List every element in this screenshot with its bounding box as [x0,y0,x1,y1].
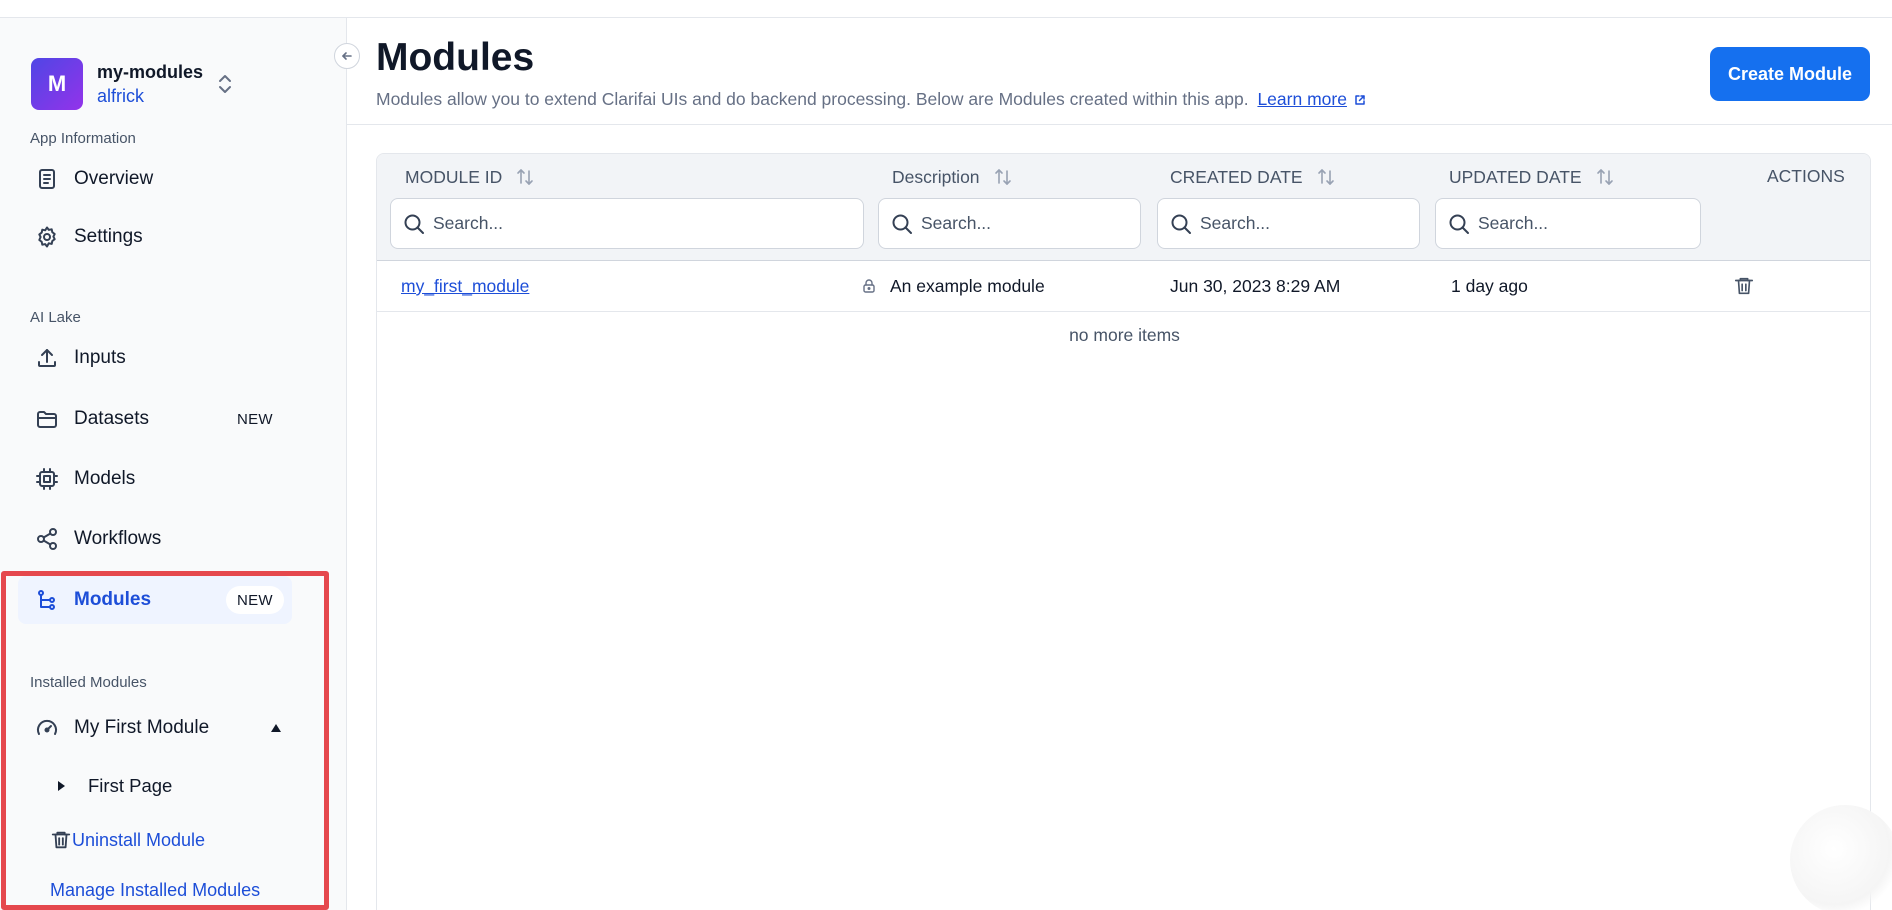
upload-icon [34,345,60,371]
search-input[interactable] [1200,213,1400,234]
sidebar-item-inputs[interactable]: Inputs [18,334,292,382]
module-id-link[interactable]: my_first_module [401,276,529,297]
sidebar-item-label: Modules [74,589,152,610]
search-input[interactable] [1478,213,1680,234]
page-title: Modules [376,36,535,79]
section-label-ai-lake: AI Lake [30,309,81,326]
search-input[interactable] [921,213,1121,234]
column-header-actions: ACTIONS [1767,166,1845,186]
no-more-items-text: no more items [1069,325,1180,345]
divider [347,124,1892,125]
section-label-installed-modules: Installed Modules [30,674,147,691]
search-icon [1449,214,1469,234]
document-icon [34,166,60,192]
sidebar-item-label: Overview [74,168,154,189]
search-icon [404,214,424,234]
trash-icon [51,831,71,849]
sort-icon[interactable] [1315,166,1337,188]
app-name: my-modules [97,62,204,82]
sidebar-item-overview[interactable]: Overview [18,155,292,203]
sidebar-item-settings[interactable]: Settings [18,213,292,261]
module-created-date: Jun 30, 2023 8:29 AM [1170,276,1341,296]
search-icon [1171,214,1191,234]
sidebar-item-label: Workflows [74,528,162,549]
column-header-created-date[interactable]: CREATED DATE [1170,166,1337,188]
app-user-link[interactable]: alfrick [97,84,203,108]
top-bar [0,0,1892,18]
search-icon [892,214,912,234]
caret-right-icon [58,781,65,791]
app-switcher[interactable]: M my-modules alfrick [31,58,311,110]
new-badge: NEW [237,410,273,428]
sidebar-item-label: Datasets [74,408,149,429]
gauge-icon [34,715,60,741]
installed-module-my-first-module[interactable]: My First Module [18,704,292,752]
search-input[interactable] [433,213,801,234]
arrow-left-icon [342,52,352,60]
installed-page-label: First Page [88,775,173,796]
search-updated-date[interactable] [1435,198,1701,249]
column-header-module-id[interactable]: MODULE ID [405,166,536,188]
table-row[interactable]: my_first_module An example module Jun 30… [377,262,1870,312]
delete-icon[interactable] [1733,275,1755,297]
chevron-up-down-icon[interactable] [213,70,237,98]
collapse-sidebar-button[interactable] [334,43,360,69]
page-description: Modules allow you to extend Clarifai UIs… [376,89,1366,110]
sidebar-item-models[interactable]: Models [18,455,292,503]
app-avatar: M [31,58,83,110]
create-module-button[interactable]: Create Module [1710,47,1870,101]
sidebar-item-workflows[interactable]: Workflows [18,515,292,563]
sidebar-item-modules[interactable]: Modules NEW [18,576,292,624]
sidebar-item-label: Settings [74,226,143,247]
column-header-updated-date[interactable]: UPDATED DATE [1449,166,1616,188]
table-header: MODULE ID Description CREATED DATE [377,154,1870,261]
module-description: An example module [890,276,1045,296]
modules-table: MODULE ID Description CREATED DATE [376,153,1871,910]
lock-icon [863,279,875,293]
search-created-date[interactable] [1157,198,1420,249]
folder-icon [34,406,60,432]
uninstall-module-button[interactable]: Uninstall Module [50,825,205,855]
sort-icon[interactable] [1594,166,1616,188]
sort-icon[interactable] [514,166,536,188]
sidebar: M my-modules alfrick App Information Ove… [0,18,347,910]
module-updated-date: 1 day ago [1451,276,1528,296]
module-tree-icon [34,587,60,613]
new-badge: NEW [226,586,284,614]
search-description[interactable] [878,198,1141,249]
installed-page-first-page[interactable]: First Page [56,771,172,801]
chat-widget-blob [1790,805,1892,910]
caret-up-icon[interactable] [270,723,282,733]
chip-icon [34,466,60,492]
column-header-description[interactable]: Description [892,166,1014,188]
learn-more-link[interactable]: Learn more [1257,89,1347,109]
sidebar-item-label: Models [74,468,136,489]
uninstall-module-label: Uninstall Module [72,829,206,850]
external-link-icon[interactable] [1354,94,1366,106]
sort-icon[interactable] [992,166,1014,188]
sidebar-item-label: Inputs [74,347,126,368]
installed-module-label: My First Module [74,717,210,738]
sidebar-item-datasets[interactable]: Datasets NEW [18,395,292,443]
share-icon [34,526,60,552]
manage-installed-modules-link[interactable]: Manage Installed Modules [50,876,260,904]
section-label-app-information: App Information [30,130,136,147]
search-module-id[interactable] [390,198,864,249]
main-content: Modules Modules allow you to extend Clar… [347,18,1892,910]
gear-icon [34,224,60,250]
